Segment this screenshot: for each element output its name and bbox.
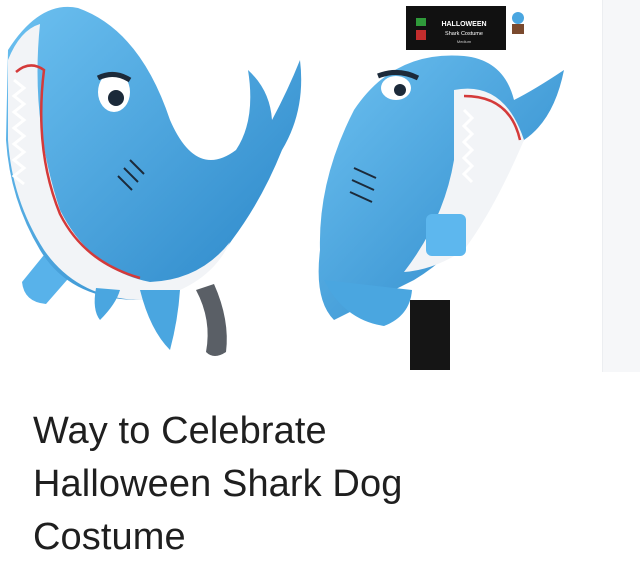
- product-image-1[interactable]: [0, 0, 306, 372]
- tag-subtitle: Shark Costume: [445, 31, 483, 37]
- shark-costume-packaged-image: HALLOWEEN Shark Costume Medium: [318, 6, 564, 370]
- result-title[interactable]: Way to Celebrate Halloween Shark Dog Cos…: [33, 405, 613, 564]
- product-image-3-peek[interactable]: [602, 0, 640, 372]
- title-line-3: Costume: [33, 516, 186, 558]
- package-tag: HALLOWEEN Shark Costume Medium: [406, 6, 506, 50]
- tag-title: HALLOWEEN: [441, 21, 486, 28]
- title-line-2: Halloween Shark Dog: [33, 463, 403, 505]
- image-carousel[interactable]: HALLOWEEN Shark Costume Medium: [0, 0, 640, 372]
- product-image-2[interactable]: HALLOWEEN Shark Costume Medium: [314, 0, 596, 372]
- shark-costume-image: [6, 6, 302, 356]
- title-line-1: Way to Celebrate: [33, 410, 327, 452]
- tag-fine-print: Medium: [457, 39, 472, 44]
